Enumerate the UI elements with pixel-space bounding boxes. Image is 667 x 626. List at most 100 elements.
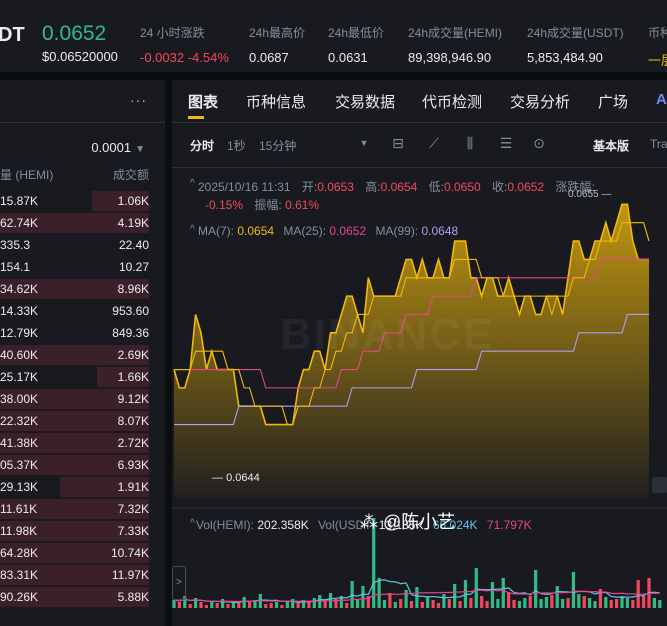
order-book-row[interactable]: 34.62K 8.96K xyxy=(0,278,165,300)
version-tradingview[interactable]: Tra xyxy=(650,137,667,151)
interval-timeline[interactable]: 分时 xyxy=(190,137,214,154)
version-basic[interactable]: 基本版 xyxy=(593,137,629,154)
row-total: 9.12K xyxy=(117,392,149,406)
row-amount: 335.3 xyxy=(0,238,31,252)
stat-24h-change: 24 小时涨跌 -0.0032 -4.54% xyxy=(140,24,229,65)
order-book-row[interactable]: 64.28K 10.74K xyxy=(0,542,165,564)
column-header-amount: 量 (HEMI) xyxy=(0,168,54,182)
row-amount: 12.79K xyxy=(0,326,39,340)
collapse-arrow-icon[interactable]: ^ xyxy=(190,224,195,235)
row-amount: 29.13K xyxy=(0,480,39,494)
volume-bar xyxy=(544,597,549,608)
stat-24h-volume-usdt: 24h成交量(USDT) 5,853,484.90 xyxy=(527,24,624,65)
order-book-row[interactable]: 154.1 10.27 xyxy=(0,256,165,278)
row-total: 1.06K xyxy=(117,194,149,208)
scroll-left-button[interactable]: > xyxy=(172,566,186,600)
volume-bar xyxy=(474,568,478,608)
draw-line-icon[interactable]: ⟋ xyxy=(425,134,443,152)
target-icon[interactable]: ⊙ xyxy=(530,134,548,152)
volume-bar xyxy=(517,601,522,608)
low-marker: — 0.0644 xyxy=(212,472,260,484)
collapse-arrow-icon[interactable]: ^ xyxy=(190,178,195,189)
tab-square[interactable]: 广场 xyxy=(598,91,628,112)
volume-bar xyxy=(658,600,662,608)
order-book: ··· 0.0001 ▼ 量 (HEMI) 成交额 15.87K 1.06K 62.7… xyxy=(0,80,165,626)
volume-bar xyxy=(199,602,203,608)
stat-24h-volume-hemi: 24h成交量(HEMI) 89,398,946.90 xyxy=(408,24,502,65)
stat-label: 24h成交量(USDT) xyxy=(527,26,624,40)
tab-chart[interactable]: 图表 xyxy=(188,91,218,112)
precision-select[interactable]: 0.0001 ▼ xyxy=(91,140,145,155)
row-amount: 64.28K xyxy=(0,546,39,560)
active-tab-indicator xyxy=(188,116,204,119)
stat-label: 24h最高价 xyxy=(249,26,306,40)
order-book-row[interactable]: 62.74K 4.19K xyxy=(0,212,165,234)
volume-bar xyxy=(220,599,225,608)
interval-1s[interactable]: 1秒 xyxy=(227,137,246,154)
amplitude-value: 0.61% xyxy=(285,198,320,212)
order-book-row[interactable]: 12.79K 849.36 xyxy=(0,322,165,344)
tab-token-check[interactable]: 代币检测 xyxy=(422,91,482,112)
tab-token-info[interactable]: 币种信息 xyxy=(246,91,306,112)
order-book-row[interactable]: 29.13K 1.91K xyxy=(0,476,165,498)
volume-bar xyxy=(431,600,435,608)
order-book-row[interactable]: 14.33K 953.60 xyxy=(0,300,165,322)
order-book-row[interactable]: 38.00K 9.12K xyxy=(0,388,165,410)
more-dots-icon[interactable]: ··· xyxy=(130,92,147,108)
pair-name[interactable]: DT xyxy=(0,24,25,47)
high-marker: 0.0655 — xyxy=(568,189,611,200)
interval-15m[interactable]: 15分钟 xyxy=(259,137,296,154)
order-book-row[interactable]: 335.3 22.40 xyxy=(0,234,165,256)
stat-label: 币种 xyxy=(648,26,667,40)
tab-trade-analysis[interactable]: 交易分析 xyxy=(510,91,570,112)
indicator-icon[interactable]: ⊟ xyxy=(389,134,407,152)
order-book-row[interactable]: 22.32K 8.07K xyxy=(0,410,165,432)
order-book-row[interactable]: 40.60K 2.69K xyxy=(0,344,165,366)
volume-bar xyxy=(226,604,230,608)
row-total: 849.36 xyxy=(112,326,149,340)
stat-label: 24h成交量(HEMI) xyxy=(408,26,503,40)
chart-tabs: 图表 币种信息 交易数据 代币检测 交易分析 广场 A xyxy=(172,80,667,120)
price-tag xyxy=(652,477,667,493)
volume-bar xyxy=(280,605,284,608)
volume-bar xyxy=(172,600,176,608)
volume-bar xyxy=(447,599,451,608)
low-marker-value: 0.0644 xyxy=(226,472,260,484)
order-book-row[interactable]: 90.26K 5.88K xyxy=(0,586,165,608)
row-total: 1.66K xyxy=(117,370,149,384)
order-book-row[interactable]: 15.87K 1.06K xyxy=(0,190,165,212)
tab-more[interactable]: A xyxy=(656,91,667,108)
row-total: 11.97K xyxy=(111,568,149,582)
order-book-row[interactable]: 11.98K 7.33K xyxy=(0,520,165,542)
row-amount: 11.98K xyxy=(0,524,38,538)
row-total: 7.32K xyxy=(117,502,149,516)
last-price-usd: $0.06520000 xyxy=(42,49,118,64)
order-book-row[interactable]: 41.38K 2.72K xyxy=(0,432,165,454)
volume-bar xyxy=(652,598,656,608)
interval-dropdown-icon[interactable]: ▼ xyxy=(355,134,373,152)
high-marker-value: 0.0655 xyxy=(568,189,599,200)
collapse-arrow-icon[interactable]: ^ xyxy=(190,518,195,529)
volume-bar xyxy=(393,602,397,608)
volume-bar xyxy=(571,572,576,608)
stat-token-tag[interactable]: 币种 一层 xyxy=(648,24,667,69)
chart-settings-icon[interactable]: ☰ xyxy=(497,134,515,152)
candle-type-icon[interactable]: ⫼ xyxy=(461,134,479,152)
order-book-row[interactable]: 83.31K 11.97K xyxy=(0,564,165,586)
volume-bar xyxy=(442,594,446,608)
volume-bar xyxy=(264,604,268,608)
order-book-row[interactable]: 11.61K 7.32K xyxy=(0,498,165,520)
row-total: 7.33K xyxy=(117,524,149,538)
volume-hemi-value: 202.358K xyxy=(257,518,309,532)
tab-trading-data[interactable]: 交易数据 xyxy=(335,91,395,112)
volume-bar xyxy=(426,597,430,608)
volume-bar xyxy=(323,601,327,608)
stat-value[interactable]: 一层 xyxy=(648,50,667,69)
last-price: 0.0652 xyxy=(42,22,107,45)
order-book-row[interactable]: 05.37K 6.93K xyxy=(0,454,165,476)
row-amount: 34.62K xyxy=(0,282,39,296)
row-total: 2.72K xyxy=(117,436,149,450)
row-amount: 83.31K xyxy=(0,568,39,582)
divider xyxy=(172,122,667,123)
order-book-row[interactable]: 25.17K 1.66K xyxy=(0,366,165,388)
